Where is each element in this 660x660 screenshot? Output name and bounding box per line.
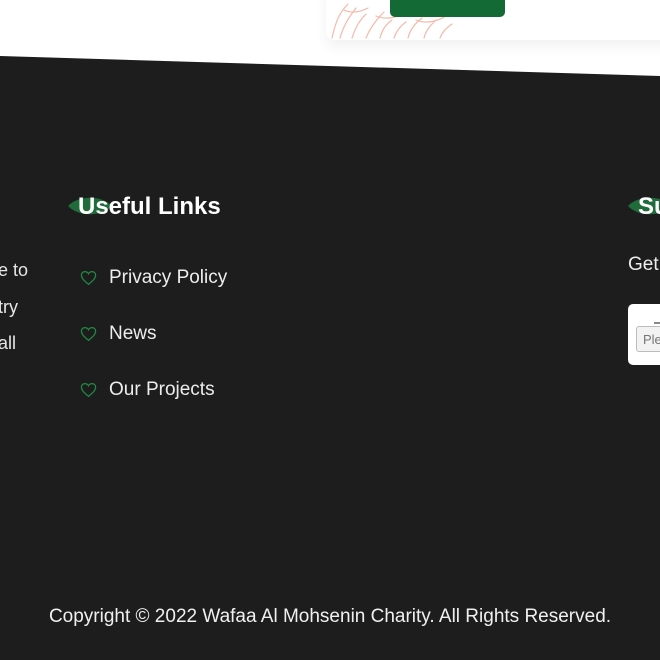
heart-outline-icon — [80, 382, 97, 398]
top-action-button[interactable] — [390, 0, 505, 17]
list-item: Our Projects — [80, 362, 227, 418]
copyright-text: Copyright © 2022 Wafaa Al Mohsenin Chari… — [48, 606, 612, 627]
about-line: try — [0, 296, 18, 317]
site-footer: e to try all Useful Links Privacy Policy… — [0, 56, 660, 660]
subscribe-text: Get — [628, 254, 659, 275]
list-item: News — [80, 306, 227, 362]
form-mark — [654, 322, 660, 324]
heart-outline-icon — [80, 326, 97, 342]
our-projects-link[interactable]: Our Projects — [109, 379, 215, 401]
subscribe-heading: Su — [638, 193, 660, 220]
page: e to try all Useful Links Privacy Policy… — [0, 0, 660, 660]
about-text: e to try all — [0, 252, 38, 362]
subscribe-form — [628, 304, 660, 365]
about-line: e to — [0, 260, 29, 280]
news-link[interactable]: News — [109, 323, 157, 345]
useful-links-heading: Useful Links — [78, 193, 221, 220]
privacy-policy-link[interactable]: Privacy Policy — [109, 267, 227, 289]
list-item: Privacy Policy — [80, 250, 227, 306]
heart-outline-icon — [80, 270, 97, 286]
about-line: all — [0, 333, 17, 353]
useful-links-list: Privacy Policy News Our Projects — [80, 250, 227, 418]
email-input[interactable] — [636, 326, 660, 352]
